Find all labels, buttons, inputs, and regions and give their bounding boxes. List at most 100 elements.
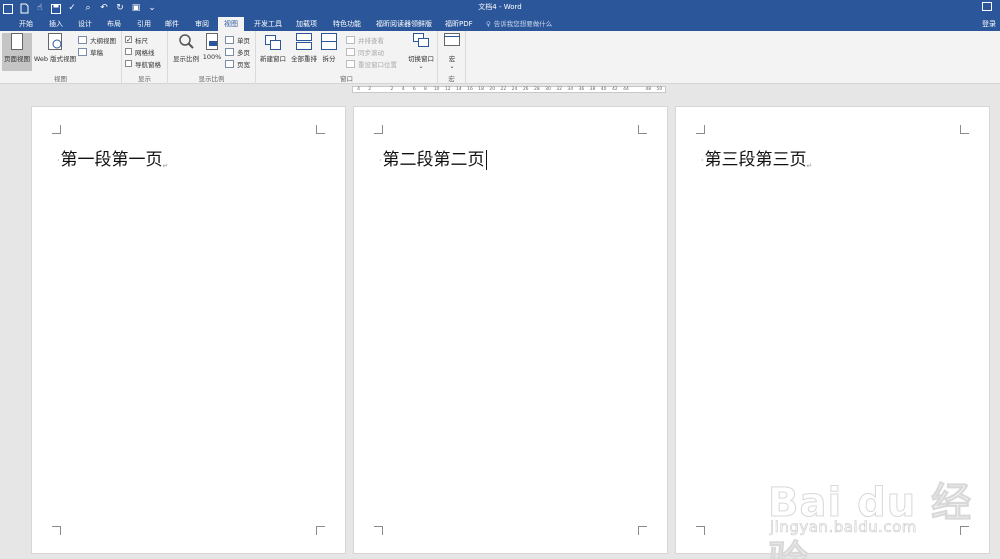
document-page-2[interactable]: ·第二段第二页 [353, 106, 668, 554]
tab-insert[interactable]: 插入 [49, 17, 63, 31]
ruler-checkbox[interactable]: ✓ 标尺 [125, 34, 148, 45]
chevron-down-icon: ⌄ [449, 63, 455, 70]
group-show: ✓ 标尺 网格线 导航窗格 显示 [122, 31, 168, 84]
crop-mark [638, 125, 647, 134]
paragraph-text: 第一段第一页 [60, 150, 163, 170]
ruler-tick: 2 [390, 87, 394, 92]
tab-foxit-reader[interactable]: 福昕阅读器领鲜版 [376, 17, 432, 31]
new-window-button[interactable]: 新建窗口 [258, 33, 288, 63]
sign-in-link[interactable]: 登录 [982, 17, 996, 31]
one-page-button[interactable]: 单页 [225, 34, 250, 45]
page-width-label: 页宽 [237, 60, 250, 69]
tab-foxit-pdf[interactable]: 福昕PDF [445, 17, 473, 31]
bullet-mark: · [701, 155, 704, 165]
ruler-check-icon: ✓ [125, 36, 132, 44]
tab-home[interactable]: 开始 [19, 17, 33, 31]
tab-addins[interactable]: 加载项 [296, 17, 317, 31]
tab-mailings[interactable]: 邮件 [165, 17, 179, 31]
print-layout-label: 页面视图 [4, 55, 30, 63]
ruler-tick: 38 [589, 87, 596, 92]
tab-review[interactable]: 审阅 [195, 17, 209, 31]
tab-design[interactable]: 设计 [78, 17, 92, 31]
switch-windows-label: 切换窗口 [408, 55, 434, 63]
group-window-label: 窗口 [340, 75, 353, 83]
crop-mark [52, 125, 61, 134]
ribbon-display-options-icon[interactable] [982, 2, 992, 11]
zoom-label: 显示比例 [173, 55, 199, 63]
paragraph[interactable]: ·第二段第二页 [379, 145, 487, 170]
tab-special-features[interactable]: 特色功能 [333, 17, 361, 31]
reset-position-icon [346, 59, 355, 68]
ribbon: 页面视图 Web 版式视图 大纲视图 草稿 视图 ✓ 标尺 网格线 导航窗格 显 [0, 31, 1000, 84]
ruler-tick: 34 [567, 87, 574, 92]
document-page-1[interactable]: ·第一段第一页↵ [31, 106, 346, 554]
synchronous-scrolling-button[interactable]: 同步滚动 [346, 46, 384, 57]
bullet-mark: · [379, 155, 382, 165]
ruler-tick: 10 [433, 87, 440, 92]
ruler-tick: 16 [467, 87, 473, 92]
tell-me-search[interactable]: ♀ 告诉我您想要做什么 [486, 17, 552, 31]
hundred-percent-icon [206, 33, 218, 50]
page-width-button[interactable]: 页宽 [225, 58, 250, 69]
ruler-tick: 30 [545, 87, 551, 92]
nav-pane-check-icon [125, 60, 132, 67]
ruler-tick: 6 [412, 87, 416, 92]
group-show-label: 显示 [138, 75, 151, 83]
ruler-tick: 4 [357, 87, 360, 92]
group-views-label: 视图 [54, 75, 67, 83]
side-by-side-icon [346, 35, 355, 44]
view-side-by-side-button[interactable]: 并排查看 [346, 34, 384, 45]
tab-layout[interactable]: 布局 [107, 17, 121, 31]
print-layout-button[interactable]: 页面视图 [2, 33, 32, 71]
tab-developer[interactable]: 开发工具 [254, 17, 282, 31]
web-layout-button[interactable]: Web 版式视图 [34, 33, 76, 63]
macros-button[interactable]: 宏 ⌄ [442, 33, 462, 70]
switch-windows-button[interactable]: 切换窗口 ⌄ [406, 33, 436, 70]
horizontal-ruler[interactable]: 4 2 2 4 6 8 10 12 14 16 18 20 22 24 26 2… [352, 86, 666, 93]
multiple-pages-button[interactable]: 多页 [225, 46, 250, 57]
paragraph[interactable]: ·第一段第一页↵ [57, 145, 168, 170]
ruler-tick: 28 [533, 87, 540, 92]
chevron-down-icon: ⌄ [418, 63, 424, 70]
paragraph-mark-icon: ↵ [162, 162, 169, 170]
reset-position-label: 重设窗口位置 [358, 60, 397, 69]
title-bar: ☝ ✓ ⌕ ↶ ↻ ▣ ⌄ 文档4 - Word [0, 0, 1000, 17]
split-button[interactable]: 拆分 [320, 33, 338, 63]
nav-pane-checkbox[interactable]: 导航窗格 [125, 58, 161, 69]
gridlines-checkbox[interactable]: 网格线 [125, 46, 155, 57]
one-page-icon [225, 35, 234, 44]
gridlines-check-icon [125, 48, 132, 55]
zoom-button[interactable]: 显示比例 [171, 33, 201, 63]
web-layout-label: Web 版式视图 [33, 55, 77, 63]
macro-icon [444, 33, 460, 46]
multiple-pages-label: 多页 [237, 48, 250, 57]
ruler-label: 标尺 [135, 36, 148, 45]
arrange-all-button[interactable]: 全部重排 [289, 33, 319, 63]
macros-label: 宏 [448, 55, 456, 63]
ruler-tick: 8 [423, 87, 427, 92]
ruler-tick: 18 [478, 87, 484, 92]
ruler-tick: 40 [600, 87, 607, 92]
new-window-label: 新建窗口 [260, 55, 286, 63]
reset-window-position-button[interactable]: 重设窗口位置 [346, 58, 397, 69]
crop-mark [52, 526, 61, 535]
zoom-100-button[interactable]: 100% [203, 33, 221, 61]
group-zoom: 显示比例 100% 单页 多页 页宽 显示比例 [168, 31, 256, 84]
tab-view[interactable]: 视图 [218, 17, 244, 31]
tab-references[interactable]: 引用 [137, 17, 151, 31]
crop-mark [960, 526, 969, 535]
draft-button[interactable]: 草稿 [78, 46, 103, 57]
ruler-tick: 20 [489, 87, 496, 92]
paragraph[interactable]: ·第三段第三页↵ [701, 145, 812, 170]
globe-page-icon [48, 33, 62, 50]
crop-mark [316, 125, 325, 134]
outline-button[interactable]: 大纲视图 [78, 34, 116, 45]
ruler-tick: 22 [500, 87, 507, 92]
sync-scroll-icon [346, 47, 355, 56]
zoom-100-label: 100% [202, 53, 222, 61]
document-page-3[interactable]: ·第三段第三页↵ [675, 106, 990, 554]
bullet-mark: · [57, 155, 60, 165]
crop-mark [638, 526, 647, 535]
paragraph-text: 第三段第三页 [704, 150, 807, 170]
group-zoom-label: 显示比例 [198, 75, 225, 83]
